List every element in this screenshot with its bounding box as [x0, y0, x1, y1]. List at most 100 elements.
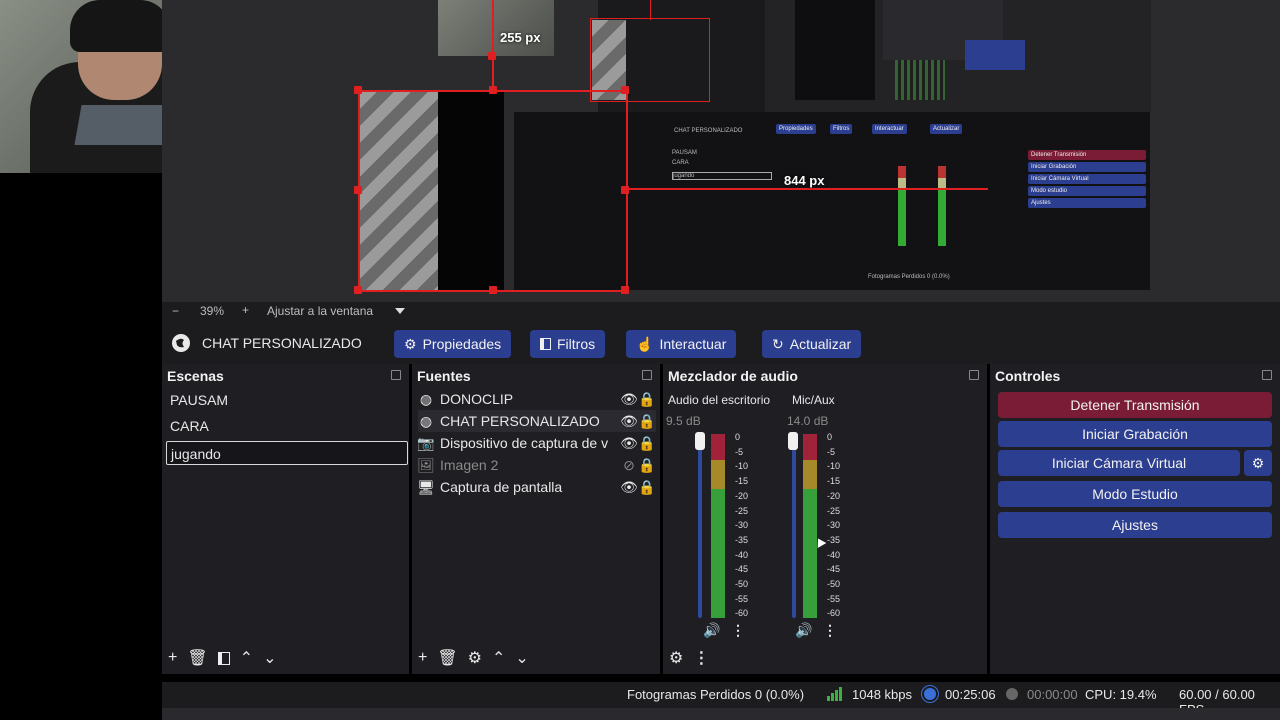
mini-scene-1: PAUSAM: [672, 150, 697, 156]
add-icon[interactable]: +: [418, 649, 427, 667]
monitor-icon: 🖥: [417, 479, 435, 495]
resize-handle-bl[interactable]: [354, 286, 362, 294]
gear-icon: ⚙: [404, 335, 417, 352]
meter-tick-label: -50: [735, 579, 749, 590]
refresh-button[interactable]: ↻ Actualizar: [762, 330, 862, 358]
move-up-icon[interactable]: ⌃: [240, 648, 253, 668]
level-meter: [803, 434, 817, 618]
more-options-icon[interactable]: ⋮: [731, 622, 745, 639]
volume-slider[interactable]: [698, 434, 702, 618]
speaker-icon[interactable]: 🔊: [703, 622, 720, 639]
eye-icon[interactable]: 👁: [620, 479, 638, 495]
lock-icon[interactable]: 🔒: [638, 457, 655, 473]
interact-button[interactable]: ☝ Interactuar: [626, 330, 737, 358]
speaker-icon[interactable]: 🔊: [795, 622, 812, 639]
volume-slider-handle[interactable]: [788, 432, 798, 450]
more-options-icon[interactable]: ⋮: [693, 648, 709, 668]
trash-icon[interactable]: 🗑: [437, 648, 457, 668]
meter-tick-label: -15: [735, 476, 749, 487]
eye-off-icon[interactable]: ⊘: [622, 457, 636, 473]
meter-tick-label: -45: [735, 564, 749, 575]
meter-tick-label: -10: [827, 461, 841, 472]
bitrate: 1048 kbps: [852, 687, 912, 702]
source-item[interactable]: 📷 Dispositivo de captura de v 👁 🔒: [417, 432, 656, 454]
meter-tick-label: -20: [827, 490, 841, 501]
mini-status: Fotogramas Perdidos 0 (0.0%): [868, 274, 950, 280]
meter-tick-label: -5: [735, 446, 744, 457]
filter-icon[interactable]: [217, 651, 230, 665]
dock-undock-icon[interactable]: [391, 370, 401, 380]
browser-source-icon: ◍: [419, 391, 433, 407]
scene-item[interactable]: PAUSAM: [166, 388, 408, 412]
level-meter: [711, 434, 725, 618]
properties-button[interactable]: ⚙ Propiedades: [394, 330, 512, 358]
zoom-in-button[interactable]: +: [242, 303, 249, 317]
eye-icon[interactable]: 👁: [620, 391, 638, 407]
signal-bars-icon: [826, 686, 842, 702]
resize-handle-right[interactable]: [621, 186, 629, 194]
more-options-icon[interactable]: ⋮: [823, 622, 837, 639]
start-recording-button[interactable]: Iniciar Grabación: [998, 421, 1272, 447]
source-item[interactable]: 🖥 Captura de pantalla 👁 🔒: [417, 476, 656, 498]
resize-handle-bottom[interactable]: [489, 286, 497, 294]
dropped-frames: Fotogramas Perdidos 0 (0.0%): [627, 687, 805, 702]
resize-handle-br[interactable]: [621, 286, 629, 294]
zoom-level: 39%: [200, 304, 225, 318]
lock-icon[interactable]: 🔒: [638, 391, 655, 407]
scene-item-selected[interactable]: jugando: [166, 441, 408, 465]
gear-icon[interactable]: ⚙: [669, 648, 683, 668]
gear-icon[interactable]: ⚙: [468, 648, 482, 668]
mini-settings: Ajustes: [1028, 198, 1146, 208]
move-down-icon[interactable]: ⌄: [263, 648, 276, 668]
meter-tick-label: -50: [827, 579, 841, 590]
resize-handle-top[interactable]: [489, 86, 497, 94]
mini-vcam: Iniciar Cámara Virtual: [1028, 174, 1146, 184]
zoom-mode-select[interactable]: Ajustar a la ventana: [267, 304, 373, 318]
meter-tick-label: -45: [827, 564, 841, 575]
dock-undock-icon[interactable]: [642, 370, 652, 380]
start-virtual-camera-button[interactable]: Iniciar Cámara Virtual: [998, 450, 1240, 476]
lock-icon[interactable]: 🔒: [638, 413, 655, 429]
lock-icon[interactable]: 🔒: [638, 435, 655, 451]
scenes-dock: Escenas PAUSAM CARA jugando + 🗑 ⌃ ⌄: [162, 364, 409, 674]
filters-button[interactable]: Filtros: [530, 330, 606, 358]
meter-scale: 0 -5 -10 -15 -20 -25 -30 -35 -40 -45 -50 -55 -60: [733, 430, 748, 621]
virtual-camera-settings-button[interactable]: ⚙: [1244, 450, 1272, 476]
trash-icon[interactable]: 🗑: [187, 648, 207, 668]
sources-title: Fuentes: [417, 368, 471, 384]
dock-undock-icon[interactable]: [1262, 370, 1272, 380]
chevron-down-icon[interactable]: [395, 308, 405, 314]
lock-icon[interactable]: 🔒: [638, 479, 655, 495]
scene-item[interactable]: CARA: [166, 414, 408, 438]
settings-button[interactable]: Ajustes: [998, 512, 1272, 538]
selection-box[interactable]: [358, 90, 628, 292]
add-icon[interactable]: +: [168, 649, 177, 667]
rotation-handle[interactable]: [488, 52, 496, 60]
volume-slider[interactable]: [792, 434, 796, 618]
move-down-icon[interactable]: ⌄: [515, 648, 528, 668]
meter-tick-label: 0: [827, 432, 833, 442]
source-item[interactable]: ◍ DONOCLIP 👁 🔒: [418, 388, 656, 410]
preview-canvas[interactable]: CHAT PERSONALIZADO PAUSAM CARA jugando P…: [162, 0, 1280, 302]
volume-slider-handle[interactable]: [695, 432, 705, 450]
move-up-icon[interactable]: ⌃: [492, 648, 505, 668]
dock-undock-icon[interactable]: [969, 370, 979, 380]
mini-properties: Propiedades: [776, 124, 816, 134]
eye-icon[interactable]: 👁: [620, 413, 638, 429]
source-item-hidden[interactable]: 🖼 Imagen 2 ⊘ 🔒: [417, 454, 656, 476]
eye-icon[interactable]: 👁: [620, 435, 638, 451]
resize-handle-tl[interactable]: [354, 86, 362, 94]
current-source-name: CHAT PERSONALIZADO: [202, 335, 362, 351]
window-bottom-edge: [162, 708, 1280, 720]
channel-volume: 9.5 dB: [666, 414, 701, 428]
refresh-icon: ↻: [772, 335, 784, 352]
meter-tick-label: -15: [827, 476, 841, 487]
studio-mode-button[interactable]: Modo Estudio: [998, 481, 1272, 507]
source-item-selected[interactable]: ◍ CHAT PERSONALIZADO 👁 🔒: [418, 410, 656, 432]
mini-scene-name: CHAT PERSONALIZADO: [674, 128, 743, 134]
camera-icon: 📷: [417, 435, 435, 451]
resize-handle-tr[interactable]: [621, 86, 629, 94]
resize-handle-left[interactable]: [354, 186, 362, 194]
zoom-out-button[interactable]: −: [172, 304, 179, 318]
stop-streaming-button[interactable]: Detener Transmisión: [998, 392, 1272, 418]
